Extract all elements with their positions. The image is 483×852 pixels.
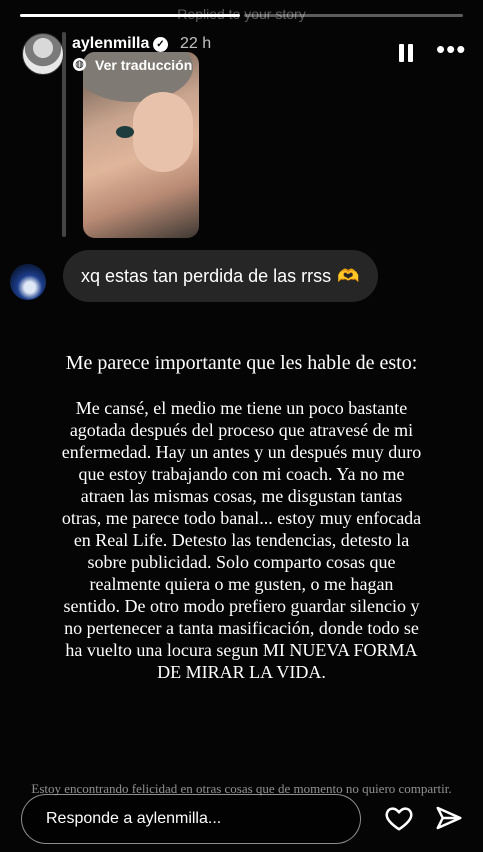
- replied-label: Replied to your story: [177, 6, 306, 22]
- message-bubble: xq estas tan perdida de las rrss 🫶: [63, 250, 378, 302]
- translate-link[interactable]: Ver traducción: [95, 57, 192, 73]
- reply-input[interactable]: Responde a aylenmilla...: [21, 794, 361, 844]
- heart-hands-emoji: 🫶: [337, 265, 360, 286]
- username[interactable]: aylenmilla: [72, 35, 149, 53]
- message-text: xq estas tan perdida de las rrss: [81, 265, 332, 286]
- send-icon[interactable]: [434, 803, 464, 833]
- replied-story-thumbnail[interactable]: [83, 52, 199, 238]
- avatar[interactable]: [22, 33, 64, 75]
- heart-icon[interactable]: [384, 803, 414, 833]
- reply-placeholder: Responde a aylenmilla...: [46, 810, 222, 827]
- story-title: Me parece importante que les hable de es…: [65, 352, 418, 374]
- globe-icon: ◍: [73, 58, 86, 71]
- story-viewer[interactable]: Replied to your story aylenmilla ✓ 22 h …: [0, 0, 483, 852]
- story-body: Me cansé, el medio me tiene un poco bast…: [61, 398, 422, 682]
- verified-badge-icon: ✓: [153, 37, 168, 52]
- time-ago: 22 h: [180, 35, 212, 52]
- sender-avatar: [10, 264, 46, 300]
- more-icon[interactable]: •••: [436, 36, 465, 62]
- pause-icon[interactable]: [398, 44, 414, 62]
- reply-quote-bar: [62, 32, 66, 237]
